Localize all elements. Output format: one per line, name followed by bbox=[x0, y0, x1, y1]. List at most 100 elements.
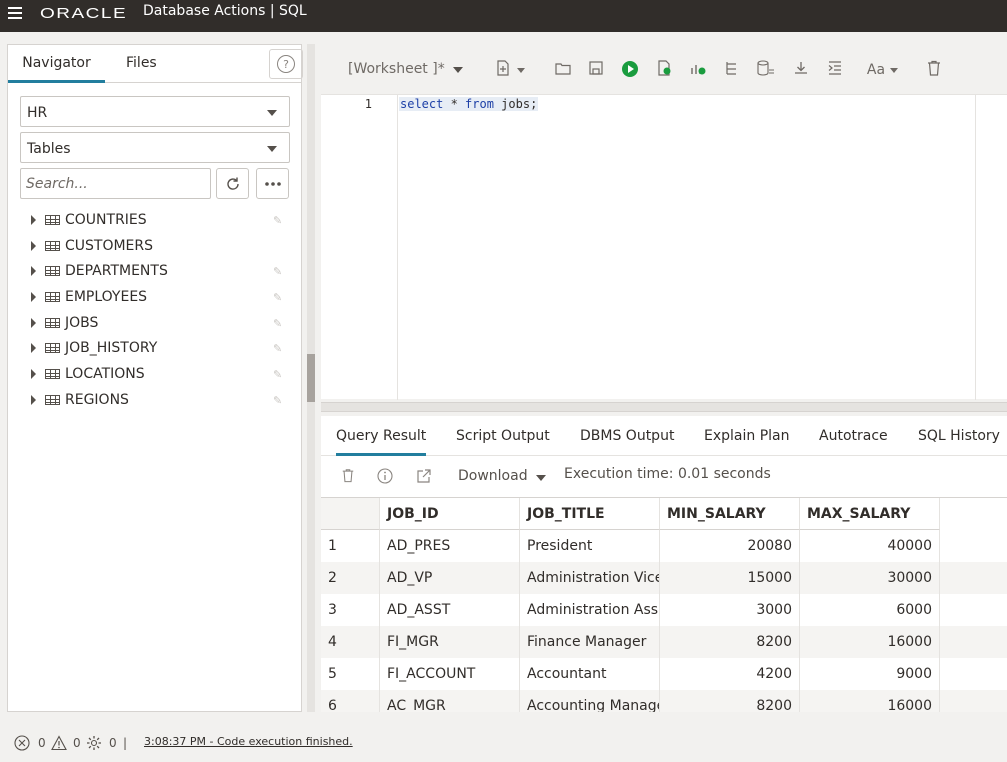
column-header[interactable]: JOB_ID bbox=[380, 498, 520, 530]
vertical-splitter[interactable] bbox=[307, 44, 315, 712]
delete-results-icon[interactable] bbox=[341, 468, 355, 487]
cell-job-id[interactable]: AD_PRES bbox=[380, 530, 520, 562]
column-header[interactable]: JOB_TITLE bbox=[520, 498, 660, 530]
cell-job-title[interactable]: Finance Manager bbox=[520, 626, 660, 658]
status-message-link[interactable]: 3:08:37 PM - Code execution finished. bbox=[144, 735, 353, 748]
cell-max-salary[interactable]: 6000 bbox=[800, 594, 940, 626]
explain-plan-icon[interactable] bbox=[722, 60, 742, 80]
pin-icon[interactable]: ✎ bbox=[273, 342, 282, 355]
cell-max-salary[interactable]: 16000 bbox=[800, 626, 940, 658]
save-icon[interactable] bbox=[586, 60, 606, 80]
cell-max-salary[interactable]: 30000 bbox=[800, 562, 940, 594]
expand-arrow-icon[interactable] bbox=[31, 292, 36, 303]
tree-item[interactable]: LOCATIONS ✎ bbox=[8, 361, 301, 387]
cell-job-id[interactable]: AD_ASST bbox=[380, 594, 520, 626]
table-row[interactable]: 4 FI_MGR Finance Manager 8200 16000 bbox=[321, 626, 1007, 658]
object-type-select[interactable]: Tables bbox=[20, 132, 290, 163]
cell-max-salary[interactable]: 16000 bbox=[800, 690, 940, 712]
chevron-down-icon[interactable] bbox=[516, 60, 528, 80]
tab-sql-history[interactable]: SQL History bbox=[918, 428, 1000, 444]
column-header[interactable]: MAX_SALARY bbox=[800, 498, 940, 530]
tree-item[interactable]: REGIONS ✎ bbox=[8, 387, 301, 413]
expand-arrow-icon[interactable] bbox=[31, 369, 36, 380]
error-icon[interactable] bbox=[14, 735, 30, 754]
tab-script-output[interactable]: Script Output bbox=[456, 428, 550, 444]
pin-icon[interactable]: ✎ bbox=[273, 394, 282, 407]
open-external-icon[interactable] bbox=[416, 468, 432, 488]
table-row[interactable]: 3 AD_ASST Administration Ass 3000 6000 bbox=[321, 594, 1007, 626]
hamburger-menu-icon[interactable] bbox=[8, 7, 22, 19]
cell-job-title[interactable]: President bbox=[520, 530, 660, 562]
tab-explain-plan[interactable]: Explain Plan bbox=[704, 428, 789, 444]
run-script-icon[interactable] bbox=[654, 60, 674, 80]
tree-item[interactable]: EMPLOYEES ✎ bbox=[8, 284, 301, 310]
refresh-button[interactable] bbox=[216, 168, 249, 199]
pin-icon[interactable]: ✎ bbox=[273, 265, 282, 278]
cell-job-id[interactable]: AC_MGR bbox=[380, 690, 520, 712]
tab-autotrace[interactable]: Autotrace bbox=[819, 428, 888, 444]
pin-icon[interactable]: ✎ bbox=[273, 317, 282, 330]
expand-arrow-icon[interactable] bbox=[31, 343, 36, 354]
cell-max-salary[interactable]: 9000 bbox=[800, 658, 940, 690]
table-row[interactable]: 6 AC_MGR Accounting Manage 8200 16000 bbox=[321, 690, 1007, 712]
table-row[interactable]: 5 FI_ACCOUNT Accountant 4200 9000 bbox=[321, 658, 1007, 690]
tab-query-result[interactable]: Query Result bbox=[336, 428, 427, 456]
cell-job-title[interactable]: Administration Vice bbox=[520, 562, 660, 594]
cell-job-title[interactable]: Accounting Manage bbox=[520, 690, 660, 712]
database-icon[interactable] bbox=[756, 60, 776, 80]
collapse-handle[interactable] bbox=[307, 354, 315, 402]
cell-min-salary[interactable]: 4200 bbox=[660, 658, 800, 690]
worksheet-selector[interactable]: [Worksheet ]* bbox=[348, 61, 463, 77]
new-worksheet-icon[interactable] bbox=[493, 60, 513, 80]
cell-min-salary[interactable]: 3000 bbox=[660, 594, 800, 626]
expand-arrow-icon[interactable] bbox=[31, 240, 36, 251]
tab-files[interactable]: Files bbox=[126, 55, 157, 71]
chevron-down-icon[interactable] bbox=[889, 60, 901, 80]
clear-trash-icon[interactable] bbox=[924, 60, 944, 80]
pin-icon[interactable]: ✎ bbox=[273, 291, 282, 304]
expand-arrow-icon[interactable] bbox=[31, 215, 36, 225]
help-button[interactable]: ? bbox=[269, 49, 303, 79]
tree-item[interactable]: JOB_HISTORY ✎ bbox=[8, 335, 301, 361]
sql-code-line[interactable]: select * from jobs; bbox=[399, 97, 539, 111]
cell-min-salary[interactable]: 15000 bbox=[660, 562, 800, 594]
tab-dbms-output[interactable]: DBMS Output bbox=[580, 428, 674, 444]
cell-job-id[interactable]: AD_VP bbox=[380, 562, 520, 594]
tab-navigator[interactable]: Navigator bbox=[8, 55, 105, 83]
info-icon[interactable] bbox=[377, 468, 393, 488]
tree-item[interactable]: CUSTOMERS bbox=[8, 233, 301, 259]
cell-max-salary[interactable]: 40000 bbox=[800, 530, 940, 562]
format-indent-icon[interactable] bbox=[825, 60, 845, 80]
warning-icon[interactable] bbox=[51, 735, 67, 754]
font-size-icon[interactable]: Aa bbox=[863, 60, 889, 80]
tree-item[interactable]: DEPARTMENTS ✎ bbox=[8, 258, 301, 284]
cell-min-salary[interactable]: 8200 bbox=[660, 626, 800, 658]
download-menu-button[interactable]: Download bbox=[458, 468, 546, 484]
pin-icon[interactable]: ✎ bbox=[273, 214, 282, 227]
gear-icon[interactable] bbox=[86, 735, 102, 754]
tree-item[interactable]: COUNTRIES ✎ bbox=[8, 207, 301, 233]
run-statement-icon[interactable] bbox=[620, 60, 640, 80]
expand-arrow-icon[interactable] bbox=[31, 266, 36, 277]
sql-editor[interactable]: 1 select * from jobs; bbox=[321, 94, 1007, 400]
tree-item[interactable]: JOBS ✎ bbox=[8, 310, 301, 336]
cell-min-salary[interactable]: 8200 bbox=[660, 690, 800, 712]
search-input[interactable]: Search... bbox=[20, 168, 211, 199]
cell-job-title[interactable]: Administration Ass bbox=[520, 594, 660, 626]
expand-arrow-icon[interactable] bbox=[31, 394, 36, 405]
download-icon[interactable] bbox=[791, 60, 811, 80]
more-actions-button[interactable] bbox=[256, 168, 289, 199]
column-header[interactable]: MIN_SALARY bbox=[660, 498, 800, 530]
table-row[interactable]: 2 AD_VP Administration Vice 15000 30000 bbox=[321, 562, 1007, 594]
schema-select[interactable]: HR bbox=[20, 96, 290, 127]
cell-job-id[interactable]: FI_MGR bbox=[380, 626, 520, 658]
open-folder-icon[interactable] bbox=[553, 60, 573, 80]
autotrace-icon[interactable] bbox=[688, 60, 708, 80]
cell-job-title[interactable]: Accountant bbox=[520, 658, 660, 690]
table-row[interactable]: 1 AD_PRES President 20080 40000 bbox=[321, 530, 1007, 562]
pin-icon[interactable]: ✎ bbox=[273, 368, 282, 381]
cell-job-id[interactable]: FI_ACCOUNT bbox=[380, 658, 520, 690]
expand-arrow-icon[interactable] bbox=[31, 317, 36, 328]
horizontal-splitter[interactable] bbox=[321, 402, 1007, 412]
cell-min-salary[interactable]: 20080 bbox=[660, 530, 800, 562]
